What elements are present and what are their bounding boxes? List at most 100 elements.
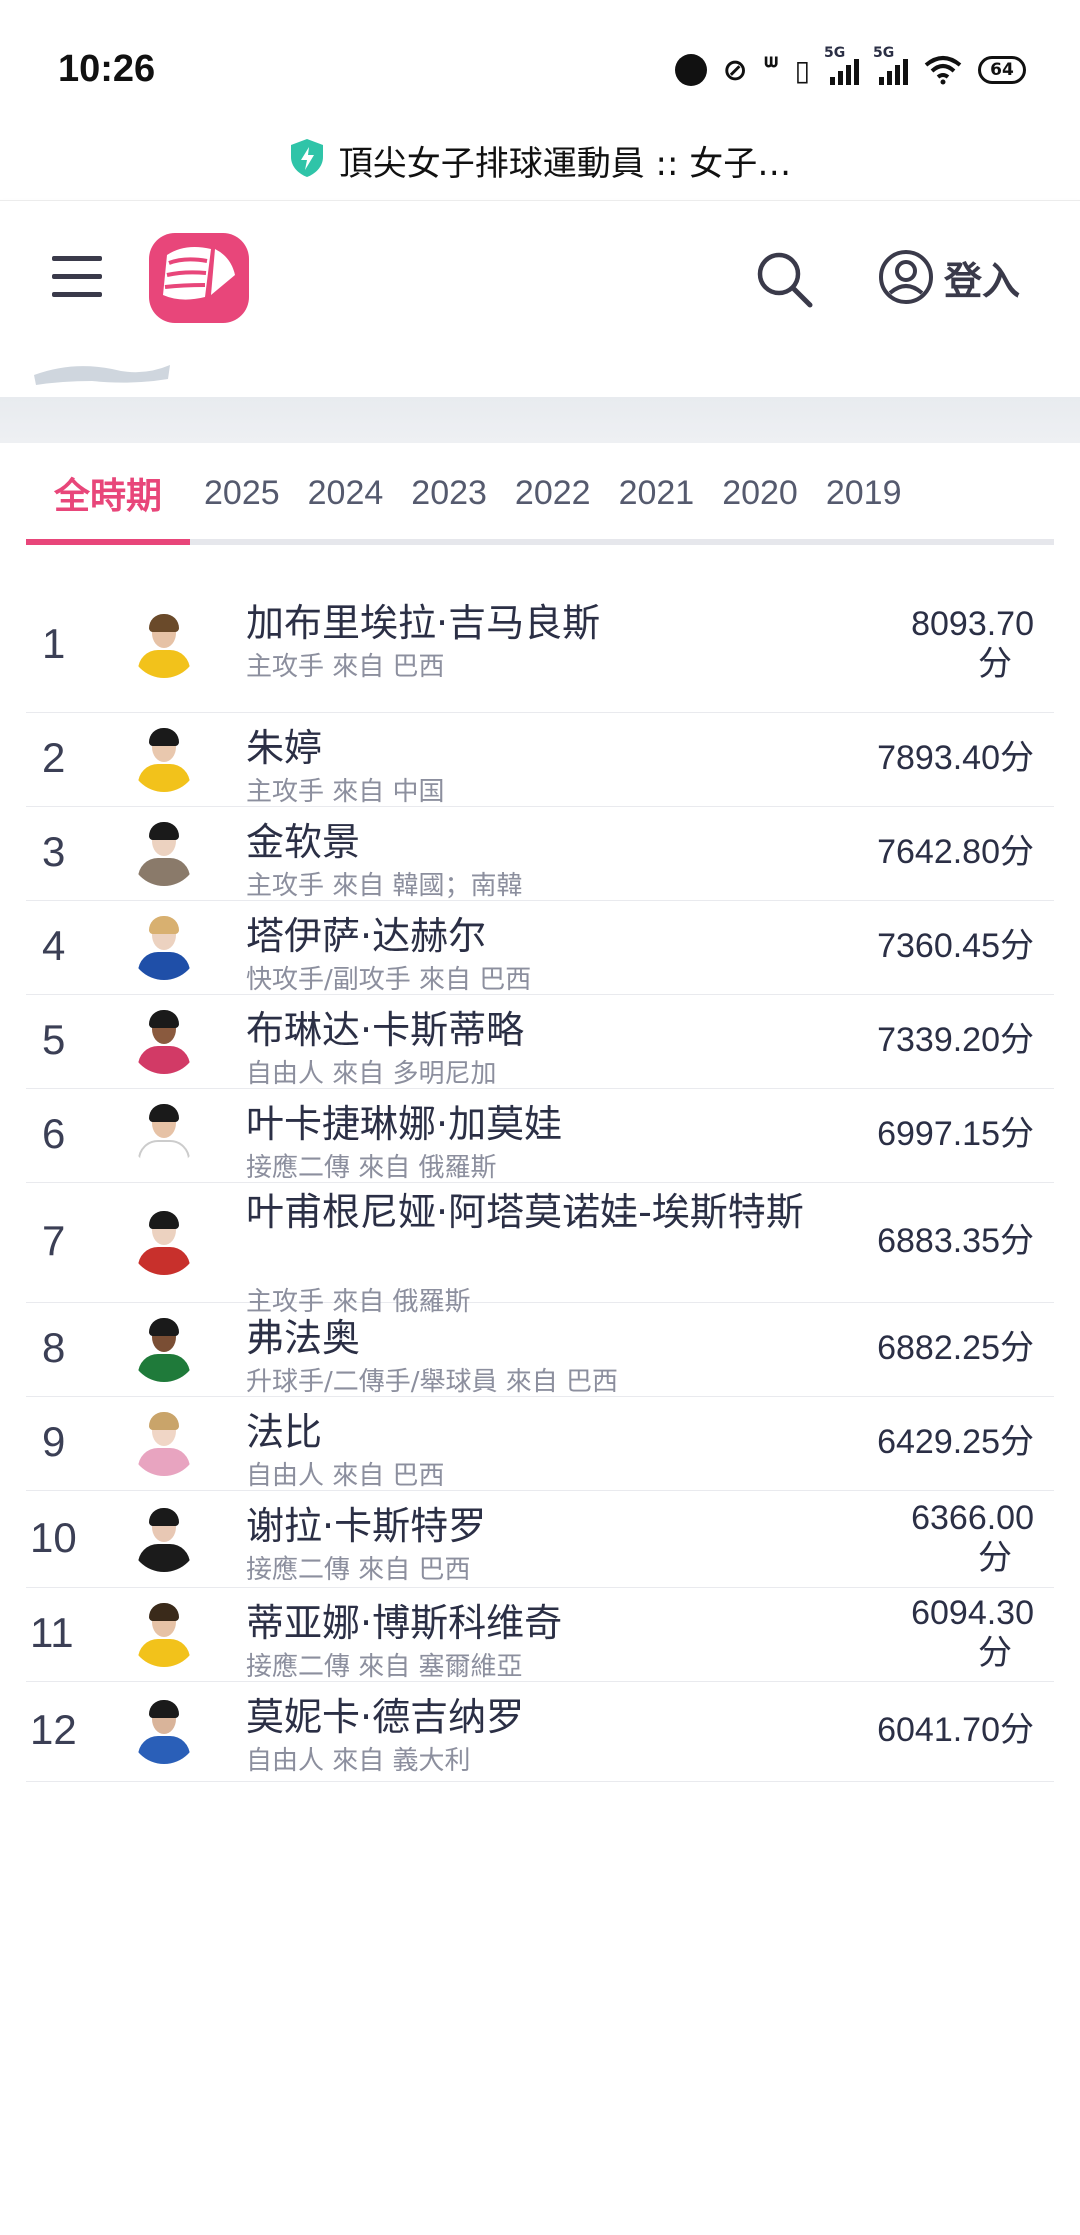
player-name: 法比 [246,1410,323,1454]
score-unit: 分 [978,1538,1012,1577]
year-tabs: 全時期 2025 2024 2023 2022 2021 2020 2019 [26,443,1054,545]
player-rank: 5 [42,1016,66,1063]
player-avatar [130,1599,198,1667]
player-score: 7339.20分 [877,1020,1034,1060]
player-row[interactable]: 6 叶卡捷琳娜·加莫娃接應二傳 來自 俄羅斯 6997.15分 [26,1089,1054,1183]
player-name: 叶卡捷琳娜·加莫娃 [246,1102,563,1146]
player-position-country: 主攻手 來自 中国 [246,777,445,807]
player-avatar [130,1314,198,1382]
player-avatar [130,1696,198,1764]
menu-button[interactable] [52,256,104,300]
tab-indicator [26,539,190,545]
score-value: 7360.45分 [877,927,1034,965]
signal-icon-1: 5G [824,45,859,85]
tab-2024[interactable]: 2024 [294,443,398,543]
tab-2023[interactable]: 2023 [397,443,501,543]
player-name: 叶甫根尼娅·阿塔莫诺娃-埃斯特斯 [246,1190,804,1234]
hero-remnant [0,355,1080,397]
player-row[interactable]: 7 叶甫根尼娅·阿塔莫诺娃-埃斯特斯 主攻手 來自 俄羅斯 6883.35分 [26,1183,1054,1317]
player-position-country: 自由人 來自 巴西 [246,1461,445,1491]
player-rank: 11 [30,1609,74,1656]
score-value: 6883.35分 [877,1222,1034,1260]
player-row[interactable]: 1 加布里埃拉·吉马良斯 主攻手 來自 巴西 8093.70 分 [26,578,1054,713]
player-position-country: 自由人 來自 義大利 [246,1746,471,1776]
tab-2022[interactable]: 2022 [501,443,605,543]
player-avatar [130,912,198,980]
player-score: 6883.35分 [877,1221,1034,1261]
player-avatar [130,818,198,886]
ranking-list: 1 加布里埃拉·吉马良斯 主攻手 來自 巴西 8093.70 分 2 朱婷 主攻手 來自 中国… [26,578,1054,1782]
player-row[interactable]: 3 金软景主攻手 來自 韓國；南韓 7642.80分 [26,807,1054,901]
player-name: 金软景 [246,820,361,864]
player-rank: 3 [42,828,66,875]
player-position-country: 接應二傳 來自 俄羅斯 [246,1153,497,1183]
score-value: 6429.25分 [877,1423,1034,1461]
hamburger-icon [52,256,102,261]
status-bar: 10:26 ⊘ ᐜ ▯ 5G 5G 64 [0,0,1080,120]
tab-2020[interactable]: 2020 [708,443,812,543]
site-logo[interactable] [145,229,253,327]
player-score: 6882.25分 [877,1328,1034,1368]
login-label: 登入 [944,258,1021,303]
browser-title-bar[interactable]: 頂尖女子排球運動員 :: 女子… [0,120,1080,200]
player-position-country: 主攻手 來自 韓國；南韓 [246,871,523,901]
search-button[interactable] [752,247,816,311]
player-row[interactable]: 12 莫妮卡·德吉纳罗 自由人 來自 義大利 6041.70分 [26,1682,1054,1782]
player-position-country: 快攻手/副攻手 來自 巴西 [246,965,532,995]
player-avatar [130,1504,198,1572]
score-value: 7339.20分 [877,1021,1034,1059]
player-score: 6094.30 分 [911,1593,1034,1673]
score-value: 7893.40分 [877,739,1034,777]
score-value: 6041.70分 [877,1711,1034,1749]
player-score: 8093.70 分 [911,604,1034,684]
tab-2019[interactable]: 2019 [812,443,916,543]
player-avatar [130,1408,198,1476]
player-row[interactable]: 11 蒂亚娜·博斯科维奇 接應二傳 來自 塞爾維亞 6094.30 分 [26,1588,1054,1682]
player-position-country: 接應二傳 來自 塞爾維亞 [246,1652,523,1682]
player-row[interactable]: 8 弗法奥 升球手/二傳手/舉球員 來自 巴西 6882.25分 [26,1303,1054,1397]
player-rank: 6 [42,1110,66,1157]
player-position-country: 接應二傳 來自 巴西 [246,1555,471,1585]
wifi-icon [924,52,962,88]
tab-all-time[interactable]: 全時期 [26,443,190,543]
player-avatar [130,1100,198,1168]
shield-bolt-icon [289,138,325,182]
player-row[interactable]: 9 法比自由人 來自 巴西 6429.25分 [26,1397,1054,1491]
player-position-country: 自由人 來自 多明尼加 [246,1059,497,1089]
score-unit: 分 [978,644,1012,683]
score-value: 6094.30 [911,1594,1034,1632]
player-row[interactable]: 10 谢拉·卡斯特罗 接應二傳 來自 巴西 6366.00 分 [26,1491,1054,1588]
player-score: 7893.40分 [877,738,1034,778]
player-rank: 10 [30,1513,77,1561]
score-value: 8093.70 [911,604,1034,643]
player-rank: 8 [42,1324,66,1371]
decorative-shape [34,365,170,385]
score-value: 6366.00 [911,1498,1034,1537]
search-icon [757,252,813,308]
player-row[interactable]: 5 布琳达·卡斯蒂略 自由人 來自 多明尼加 7339.20分 [26,995,1054,1089]
tab-2025[interactable]: 2025 [190,443,294,543]
player-row[interactable]: 2 朱婷 主攻手 來自 中国 7893.40分 [26,713,1054,807]
vibrate-icon: ▯ [794,53,810,87]
player-rank: 7 [42,1217,66,1264]
score-value: 7642.80分 [877,833,1034,871]
divider-band [0,397,1080,443]
player-rank: 4 [42,922,66,969]
login-button[interactable]: 登入 [878,249,1020,305]
score-value: 6882.25分 [877,1329,1034,1367]
player-rank: 1 [42,619,66,667]
player-score: 7360.45分 [877,926,1034,966]
earbuds-icon: ᐜ [763,52,779,88]
player-rank: 9 [42,1418,66,1465]
player-name: 弗法奥 [246,1316,361,1360]
player-avatar [130,724,198,792]
page-title: 頂尖女子排球運動員 :: 女子… [338,143,792,184]
player-score: 6041.70分 [877,1710,1034,1750]
player-avatar [130,610,198,678]
score-value: 6997.15分 [877,1115,1034,1153]
link-icon: ⊘ [722,52,748,88]
player-score: 6366.00 分 [911,1498,1034,1578]
player-name: 加布里埃拉·吉马良斯 [246,601,601,645]
player-row[interactable]: 4 塔伊萨·达赫尔 快攻手/副攻手 來自 巴西 7360.45分 [26,901,1054,995]
tab-2021[interactable]: 2021 [605,443,709,543]
